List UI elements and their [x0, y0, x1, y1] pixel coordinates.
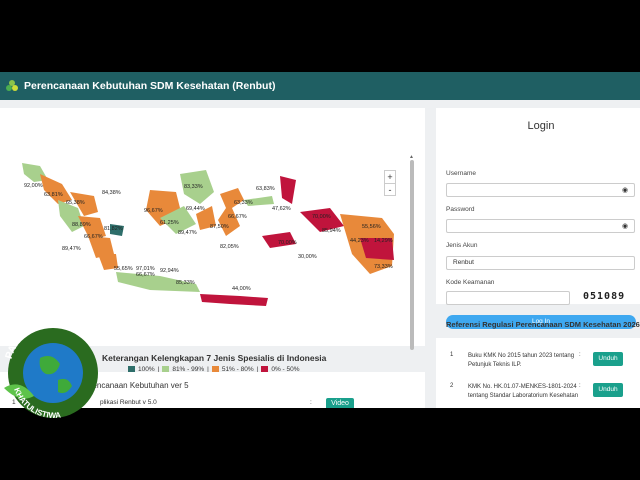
- references-panel: 1 Buku KMK No 2015 tahun 2023 tentang Pe…: [436, 338, 640, 408]
- ref-number: 2: [450, 383, 454, 389]
- map-label: 44,00%: [232, 286, 251, 292]
- login-panel: Login Username Password Jenis Akun Renbu…: [436, 108, 640, 329]
- zoom-control: + -: [384, 170, 396, 196]
- unduh-button[interactable]: Unduh: [593, 383, 623, 397]
- ministry-logo-icon: [6, 80, 18, 91]
- map-label: 66,67%: [136, 272, 155, 278]
- eye-icon[interactable]: ◉: [622, 222, 628, 230]
- region-bali-ntt: [200, 294, 268, 306]
- map-label: 87,50%: [210, 224, 229, 230]
- password-field[interactable]: [446, 219, 635, 233]
- map-label: 82,05%: [220, 244, 239, 250]
- top-bar: Perencanaan Kebutuhan SDM Kesehatan (Ren…: [0, 72, 640, 100]
- map-label: 84,38%: [102, 190, 121, 196]
- map-label: 66,67%: [84, 234, 103, 240]
- map-label: 85,33%: [176, 280, 195, 286]
- zoom-in-button[interactable]: +: [385, 171, 395, 183]
- map-label: 47,62%: [272, 206, 291, 212]
- map-label: 92,00%: [24, 183, 43, 189]
- map-islands: [22, 163, 394, 306]
- jenis-akun-label: Jenis Akun: [446, 242, 478, 249]
- region-maluku: [280, 176, 296, 204]
- login-title: Login: [527, 120, 555, 132]
- map-label: 89,47%: [178, 230, 197, 236]
- map-label: 83,33%: [184, 184, 203, 190]
- map-panel: 92,00% 63,81% 84,38% 65,38% 88,89% 81,82…: [0, 108, 425, 384]
- row-colon: :: [310, 399, 312, 406]
- map-label: 73,33%: [374, 264, 393, 270]
- video-button[interactable]: Video: [326, 398, 354, 408]
- legend-title: Keterangan Kelengkapan 7 Jenis Spesialis…: [102, 353, 327, 363]
- map-label: 30,00%: [298, 254, 317, 260]
- username-label: Username: [446, 170, 476, 177]
- eye-icon[interactable]: ◉: [622, 186, 628, 194]
- vertical-scrollbar[interactable]: [410, 160, 414, 350]
- map-label: 70,00%: [312, 214, 331, 220]
- map-label: 44,23%: [350, 238, 369, 244]
- unduh-button[interactable]: Unduh: [593, 352, 623, 366]
- map-label: 88,89%: [72, 222, 91, 228]
- kode-keamanan-label: Kode Keamanan: [446, 279, 495, 286]
- map-label: 65,38%: [66, 200, 85, 206]
- map-label: 81,82%: [104, 226, 123, 232]
- map-label: 61,25%: [160, 220, 179, 226]
- ref-number: 1: [450, 352, 454, 358]
- username-field[interactable]: [446, 183, 635, 197]
- map-label: 92,94%: [160, 268, 179, 274]
- references-title: Referensi Regulasi Perencanaan SDM Keseh…: [446, 320, 640, 329]
- map-label: 14,29%: [374, 238, 393, 244]
- ref-text: Buku KMK No 2015 tahun 2023 tentang Petu…: [468, 353, 575, 368]
- map-label: 66,67%: [228, 214, 247, 220]
- map-label: 55,56%: [362, 224, 381, 230]
- map-label: 89,47%: [62, 246, 81, 252]
- app-title: Perencanaan Kebutuhan SDM Kesehatan (Ren…: [24, 80, 276, 92]
- brand-watermark-logo: PARTIKEL KHATULISTIWA: [4, 320, 98, 418]
- map-label: 96,67%: [144, 208, 163, 214]
- password-label: Password: [446, 206, 475, 213]
- jenis-akun-select[interactable]: Renbut: [446, 256, 635, 270]
- ref-text: KMK No. HK.01.07-MENKES-1801-2024 tentan…: [468, 384, 579, 399]
- map-label: 70,00%: [278, 240, 297, 246]
- map-label: 63,83%: [256, 186, 275, 192]
- indonesia-map[interactable]: 92,00% 63,81% 84,38% 65,38% 88,89% 81,82…: [0, 108, 410, 348]
- captcha-code: 051089: [583, 291, 626, 302]
- ref-colon: :: [579, 383, 581, 389]
- map-label: 63,33%: [234, 200, 253, 206]
- ref-colon: :: [579, 352, 581, 358]
- map-label: 55,65%: [114, 266, 133, 272]
- map-label: 69,44%: [186, 206, 205, 212]
- map-label: 85,94%: [322, 228, 341, 234]
- zoom-out-button[interactable]: -: [385, 183, 395, 195]
- captcha-input[interactable]: [446, 291, 570, 305]
- map-percent-labels: 92,00% 63,81% 84,38% 65,38% 88,89% 81,82…: [24, 183, 393, 292]
- map-label: 63,81%: [44, 192, 63, 198]
